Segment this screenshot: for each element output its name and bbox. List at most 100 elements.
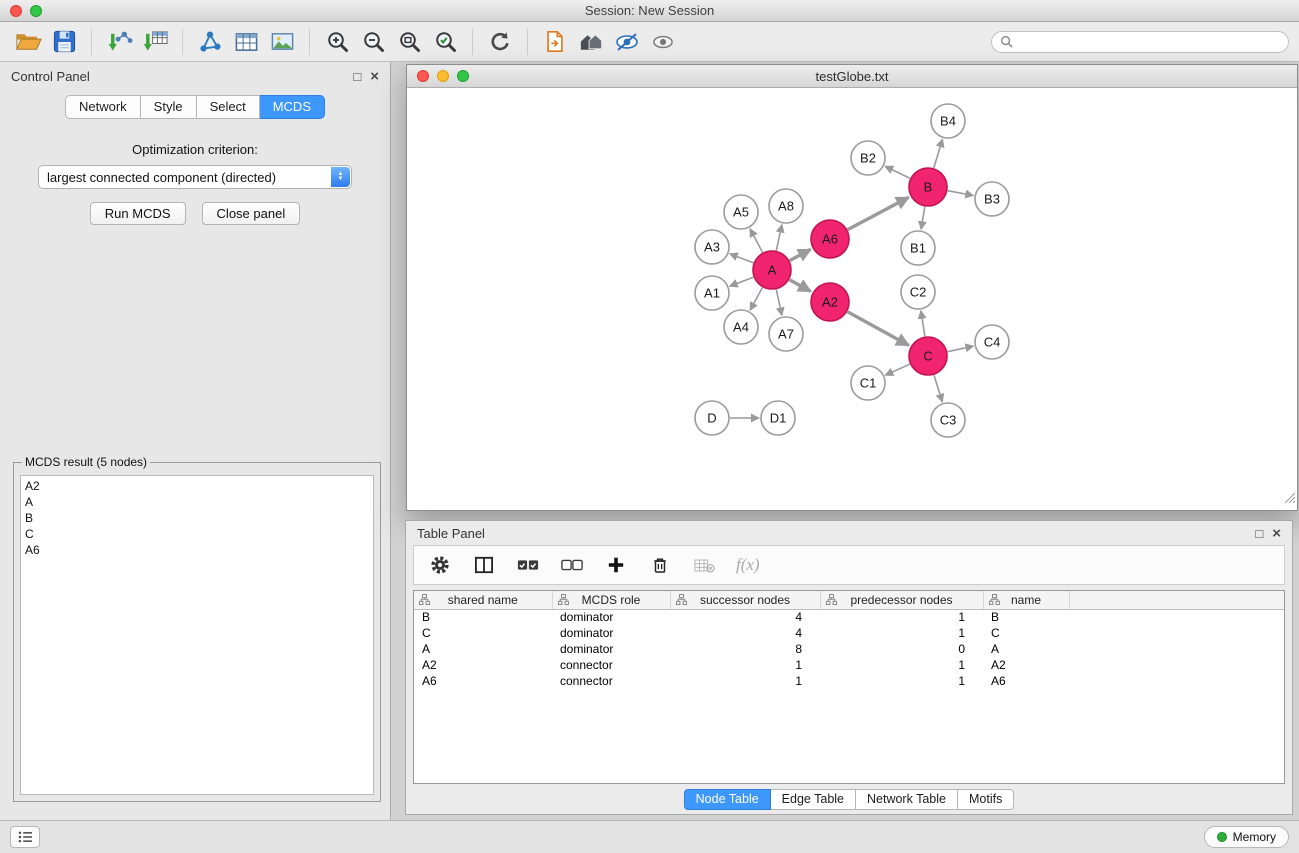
task-history-button[interactable] [10, 826, 40, 848]
node-A7[interactable]: A7 [769, 317, 803, 351]
close-network-button[interactable] [417, 70, 429, 82]
node-C4[interactable]: C4 [975, 325, 1009, 359]
edge-A-A8[interactable] [776, 225, 782, 251]
home-button[interactable] [573, 26, 609, 58]
edge-C-C3[interactable] [934, 375, 942, 402]
table-row[interactable]: Adominator80A [414, 641, 1284, 657]
mcds-result-item[interactable]: A6 [25, 542, 369, 558]
column-header-predecessor-nodes[interactable]: predecessor nodes [820, 591, 983, 609]
zoom-network-button[interactable] [457, 70, 469, 82]
edge-B-B1[interactable] [921, 207, 925, 230]
edge-A-A2[interactable] [790, 280, 811, 292]
edge-B-B2[interactable] [885, 166, 910, 178]
table-row[interactable]: A6connector11A6 [414, 673, 1284, 689]
node-C[interactable]: C [909, 337, 947, 375]
float-panel-icon[interactable]: □ [353, 70, 361, 83]
tab-style[interactable]: Style [141, 95, 197, 119]
mcds-result-item[interactable]: A [25, 494, 369, 510]
create-column-button[interactable] [604, 552, 628, 578]
delete-column-button[interactable] [648, 552, 672, 578]
edge-A-A7[interactable] [776, 290, 782, 316]
node-A3[interactable]: A3 [695, 230, 729, 264]
node-C1[interactable]: C1 [851, 366, 885, 400]
clear-table-button[interactable] [692, 552, 716, 578]
edge-A-A1[interactable] [730, 277, 754, 286]
open-session-button[interactable] [10, 26, 46, 58]
edge-C-C1[interactable] [885, 364, 910, 375]
show-graphics-details-button[interactable] [609, 26, 645, 58]
node-D[interactable]: D [695, 401, 729, 435]
tab-motifs[interactable]: Motifs [958, 789, 1014, 810]
node-A5[interactable]: A5 [724, 195, 758, 229]
export-image-button[interactable] [264, 26, 300, 58]
tab-node-table[interactable]: Node Table [684, 789, 771, 810]
select-all-columns-button[interactable] [516, 552, 540, 578]
import-table-button[interactable] [137, 26, 173, 58]
float-panel-icon[interactable]: □ [1255, 527, 1263, 540]
tab-network-table[interactable]: Network Table [856, 789, 958, 810]
mcds-result-item[interactable]: B [25, 510, 369, 526]
node-B1[interactable]: B1 [901, 231, 935, 265]
node-B2[interactable]: B2 [851, 141, 885, 175]
zoom-in-button[interactable] [319, 26, 355, 58]
edge-A-A4[interactable] [750, 288, 762, 311]
node-B4[interactable]: B4 [931, 104, 965, 138]
zoom-out-button[interactable] [355, 26, 391, 58]
zoom-selected-button[interactable] [427, 26, 463, 58]
node-B[interactable]: B [909, 168, 947, 206]
edge-A-A5[interactable] [750, 229, 763, 253]
optimization-criterion-select[interactable]: largest connected component (directed) ▲… [38, 165, 352, 189]
node-A2[interactable]: A2 [811, 283, 849, 321]
toggle-bird-view-button[interactable] [645, 26, 681, 58]
close-window-button[interactable] [10, 5, 22, 17]
tab-network[interactable]: Network [65, 95, 141, 119]
zoom-window-button[interactable] [30, 5, 42, 17]
close-panel-button[interactable]: Close panel [202, 202, 301, 225]
column-header-name[interactable]: name [983, 591, 1069, 609]
import-session-button[interactable] [537, 26, 573, 58]
tab-edge-table[interactable]: Edge Table [771, 789, 856, 810]
edge-A2-C[interactable] [848, 312, 909, 346]
new-network-button[interactable] [192, 26, 228, 58]
node-A4[interactable]: A4 [724, 310, 758, 344]
tab-mcds[interactable]: MCDS [260, 95, 325, 119]
edge-C-C2[interactable] [921, 311, 925, 336]
table-settings-button[interactable] [428, 552, 452, 578]
refresh-button[interactable] [482, 26, 518, 58]
node-A6[interactable]: A6 [811, 220, 849, 258]
edge-A-A6[interactable] [790, 249, 811, 260]
run-mcds-button[interactable]: Run MCDS [90, 202, 186, 225]
table-row[interactable]: A2connector11A2 [414, 657, 1284, 673]
edge-A6-B[interactable] [848, 197, 909, 229]
edge-B-B3[interactable] [948, 191, 974, 196]
save-session-button[interactable] [46, 26, 82, 58]
import-network-button[interactable] [101, 26, 137, 58]
network-canvas[interactable]: B4 B2 B B3 A5 A8A6 B1 A3 A A1 C2 A2 A4 A7 C4 C1 C C3 D D1 [407, 88, 1297, 510]
column-header-MCDS-role[interactable]: MCDS role [552, 591, 670, 609]
column-header-shared-name[interactable]: shared name [414, 591, 552, 609]
table-row[interactable]: Cdominator41C [414, 625, 1284, 641]
mcds-result-item[interactable]: C [25, 526, 369, 542]
close-panel-icon[interactable]: × [370, 70, 379, 83]
resize-gripper-icon[interactable] [1284, 491, 1296, 509]
deselect-all-columns-button[interactable] [560, 552, 584, 578]
node-C2[interactable]: C2 [901, 275, 935, 309]
column-header-successor-nodes[interactable]: successor nodes [670, 591, 820, 609]
node-A[interactable]: A [753, 251, 791, 289]
zoom-fit-button[interactable] [391, 26, 427, 58]
node-A8[interactable]: A8 [769, 189, 803, 223]
show-columns-button[interactable] [472, 552, 496, 578]
mcds-result-item[interactable]: A2 [25, 478, 369, 494]
node-D1[interactable]: D1 [761, 401, 795, 435]
node-A1[interactable]: A1 [695, 276, 729, 310]
tab-select[interactable]: Select [197, 95, 260, 119]
node-B3[interactable]: B3 [975, 182, 1009, 216]
edge-A-A3[interactable] [730, 254, 754, 263]
minimize-network-button[interactable] [437, 70, 449, 82]
edge-C-C4[interactable] [948, 346, 974, 352]
node-C3[interactable]: C3 [931, 403, 965, 437]
function-builder-button[interactable]: f(x) [736, 552, 760, 578]
edge-B-B4[interactable] [934, 139, 943, 168]
memory-button[interactable]: Memory [1204, 826, 1289, 848]
search-input[interactable] [1018, 35, 1280, 49]
